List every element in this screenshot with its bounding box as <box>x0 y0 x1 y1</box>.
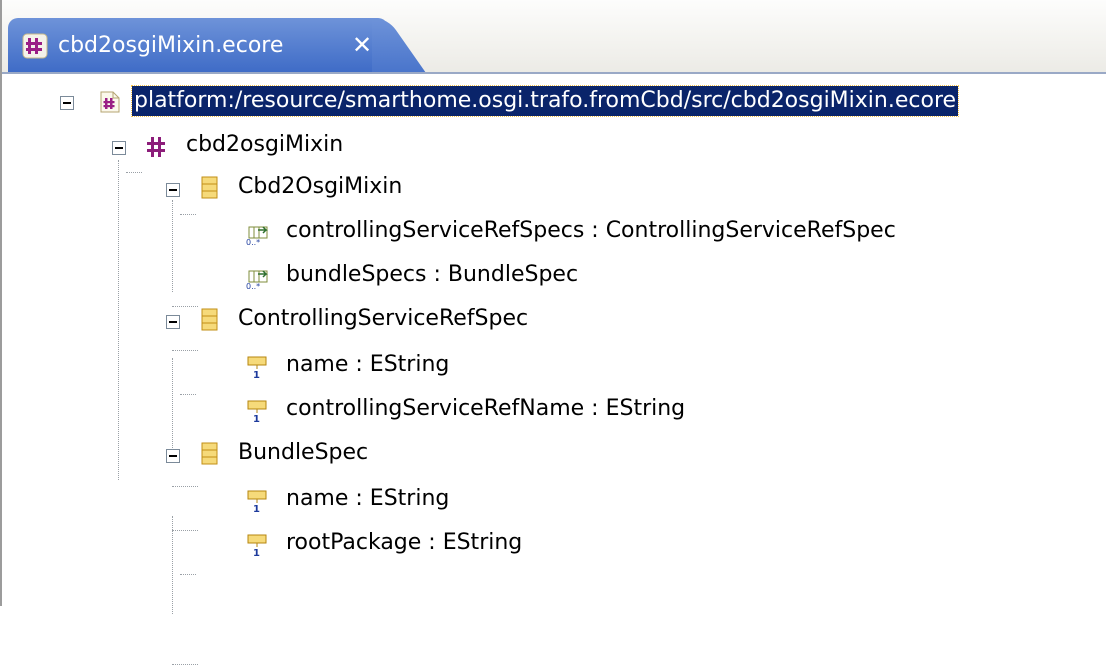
eclass-icon <box>201 308 218 331</box>
eattribute-icon: 1 <box>247 490 267 512</box>
class-label[interactable]: BundleSpec <box>238 438 368 468</box>
svg-text:0..*: 0..* <box>246 282 260 290</box>
svg-text:1: 1 <box>253 504 260 512</box>
eclass-icon <box>201 442 218 465</box>
tree-item-resource[interactable]: platform:/resource/smarthome.osgi.trafo.… <box>2 84 1106 120</box>
feature-label[interactable]: controllingServiceRefSpecs : Controlling… <box>286 216 896 246</box>
collapse-toggle[interactable] <box>166 449 180 463</box>
tree-item-feature[interactable]: 1 controllingServiceRefName : EString <box>2 392 1106 428</box>
editor-tab-bar: cbd2osgiMixin.ecore ✕ <box>2 0 1106 74</box>
eattribute-icon: 1 <box>247 534 267 556</box>
package-label[interactable]: cbd2osgiMixin <box>186 130 343 160</box>
svg-text:0..*: 0..* <box>246 238 260 246</box>
eattribute-icon: 1 <box>247 400 267 422</box>
tree-item-feature[interactable]: 1 name : EString <box>2 348 1106 384</box>
ecore-package-icon <box>147 137 165 157</box>
feature-label[interactable]: name : EString <box>286 484 449 514</box>
ecore-tree: platform:/resource/smarthome.osgi.trafo.… <box>2 74 1106 665</box>
collapse-toggle[interactable] <box>112 141 126 155</box>
editor-tab-edge <box>372 18 432 72</box>
ecore-package-icon <box>22 33 48 59</box>
feature-label[interactable]: rootPackage : EString <box>286 528 522 558</box>
ecore-resource-icon <box>100 91 120 113</box>
class-label[interactable]: Cbd2OsgiMixin <box>238 172 402 202</box>
tree-item-class[interactable]: ControllingServiceRefSpec <box>2 302 1106 338</box>
ereference-many-icon: 0..* <box>246 270 268 290</box>
feature-label[interactable]: bundleSpecs : BundleSpec <box>286 260 578 290</box>
collapse-toggle[interactable] <box>166 315 180 329</box>
tree-item-feature[interactable]: 1 rootPackage : EString <box>2 526 1106 562</box>
class-label[interactable]: ControllingServiceRefSpec <box>238 304 528 334</box>
tree-item-feature[interactable]: 1 name : EString <box>2 482 1106 518</box>
tree-item-class[interactable]: Cbd2OsgiMixin <box>2 170 1106 206</box>
feature-label[interactable]: name : EString <box>286 350 449 380</box>
resource-label[interactable]: platform:/resource/smarthome.osgi.trafo.… <box>130 85 960 117</box>
svg-text:1: 1 <box>253 370 260 378</box>
editor-tab-title: cbd2osgiMixin.ecore <box>58 33 284 58</box>
feature-label[interactable]: controllingServiceRefName : EString <box>286 394 685 424</box>
tree-item-feature[interactable]: 0..* bundleSpecs : BundleSpec <box>2 258 1106 294</box>
ereference-many-icon: 0..* <box>246 226 268 246</box>
collapse-toggle[interactable] <box>166 183 180 197</box>
tree-connector <box>180 574 196 575</box>
tree-item-feature[interactable]: 0..* controllingServiceRefSpecs : Contro… <box>2 214 1106 250</box>
tree-item-class[interactable]: BundleSpec <box>2 436 1106 472</box>
ecore-editor-window: cbd2osgiMixin.ecore ✕ platform:/resource… <box>0 0 1106 665</box>
eclass-icon <box>201 176 218 199</box>
eattribute-icon: 1 <box>247 356 267 378</box>
svg-text:1: 1 <box>253 548 260 556</box>
svg-text:1: 1 <box>253 414 260 422</box>
close-icon[interactable]: ✕ <box>350 33 374 57</box>
collapse-toggle[interactable] <box>60 96 74 110</box>
tree-item-package[interactable]: cbd2osgiMixin <box>2 128 1106 164</box>
